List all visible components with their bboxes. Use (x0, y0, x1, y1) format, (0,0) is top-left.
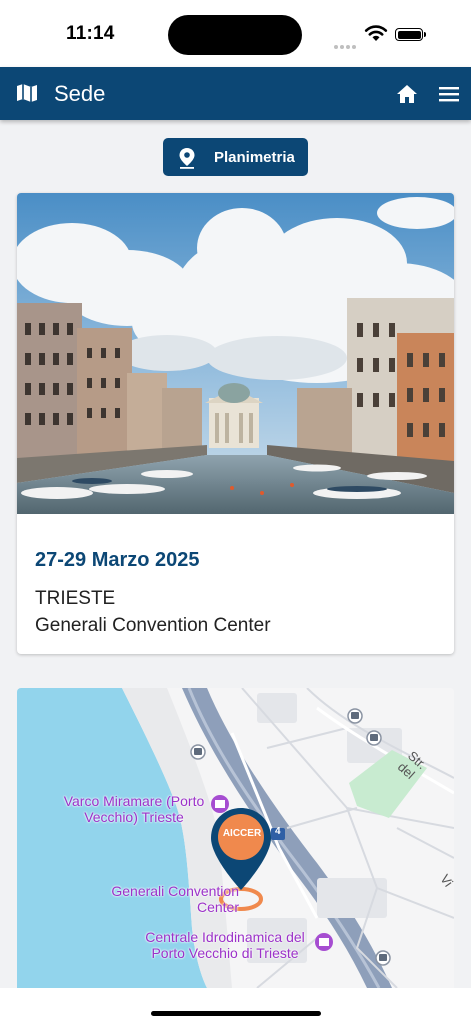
status-time: 11:14 (66, 23, 115, 44)
status-bar: 11:14 (0, 0, 471, 67)
dynamic-island (168, 15, 302, 55)
planimetria-button[interactable]: Planimetria (163, 138, 308, 176)
location-pin-icon (179, 148, 195, 169)
map-label-varco: Varco Miramare (Porto Vecchio) Trieste (63, 793, 205, 825)
signal-icon (334, 36, 358, 49)
planimetria-label: Planimetria (214, 149, 295, 166)
marker-logo: AICCER (222, 828, 262, 839)
page-title: Sede (54, 81, 106, 106)
venue-map[interactable]: Varco Miramare (Porto Vecchio) Trieste G… (17, 688, 454, 988)
venue-marker-icon[interactable] (209, 806, 273, 892)
home-icon[interactable] (395, 82, 419, 106)
event-venue: Generali Convention Center (35, 615, 271, 636)
app-header: Sede (0, 67, 471, 120)
event-dates: 27-29 Marzo 2025 (35, 549, 200, 571)
venue-photo (17, 193, 454, 514)
map-label-centrale: Centrale Idrodinamica del Porto Vecchio … (145, 929, 305, 961)
home-indicator[interactable] (151, 1011, 321, 1016)
event-card: 27-29 Marzo 2025 TRIESTE Generali Conven… (17, 193, 454, 654)
menu-icon[interactable] (438, 83, 460, 105)
bottom-bar (0, 988, 471, 1024)
wifi-icon (364, 25, 388, 41)
map-icon (17, 84, 37, 102)
road-number: 4 (275, 826, 281, 837)
event-city: TRIESTE (35, 588, 116, 609)
battery-icon (395, 28, 426, 41)
